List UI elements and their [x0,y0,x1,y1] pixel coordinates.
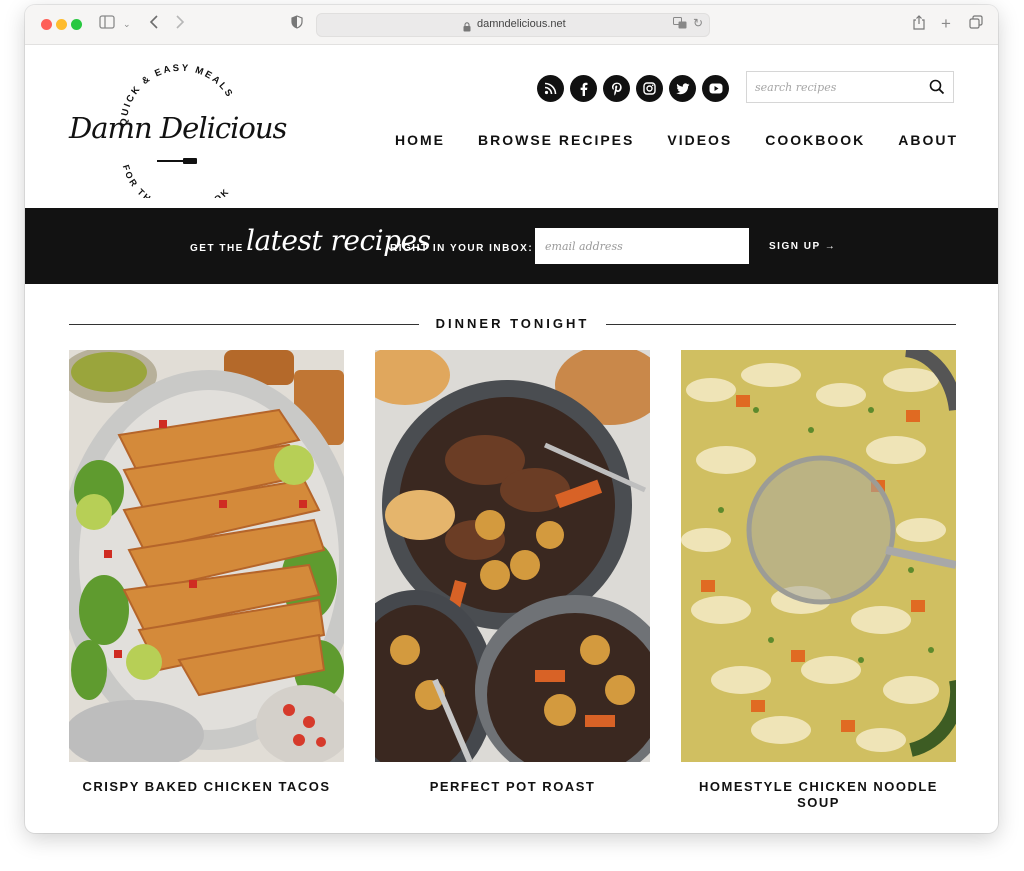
newsletter-suffix: RIGHT IN YOUR INBOX: [390,243,534,254]
address-bar[interactable]: damndelicious.net ↻ [316,13,710,37]
browser-toolbar: ⌄ damndelicious.net ↻ + [25,5,998,45]
search-input[interactable] [747,72,925,102]
rss-icon[interactable] [537,75,564,102]
newsletter-banner: GET THE latest recipes RIGHT IN YOUR INB… [25,208,998,284]
email-field[interactable] [535,228,749,264]
divider-right [606,324,956,325]
logo-tagline-bottom: FOR THE HOME COOK [121,163,230,215]
nav-videos[interactable]: VIDEOS [667,132,732,148]
zoom-window-button[interactable] [71,19,82,30]
recipe-card[interactable]: HOMESTYLE CHICKEN NOODLE SOUP [681,350,956,811]
close-window-button[interactable] [41,19,52,30]
site-logo[interactable]: QUICK & EASY MEALS FOR THE HOME COOK Dam… [65,58,295,215]
lock-icon [463,19,471,37]
social-links [537,75,729,102]
chevron-down-icon[interactable]: ⌄ [123,15,131,33]
twitter-icon[interactable] [669,75,696,102]
fork-icon [157,158,197,164]
new-tab-icon[interactable]: + [941,15,951,32]
recipe-card[interactable]: PERFECT POT ROAST [375,350,650,795]
tab-overview-icon[interactable] [969,15,983,33]
instagram-icon[interactable] [636,75,663,102]
recipe-image-tacos[interactable] [69,350,344,762]
recipe-image-pot-roast[interactable] [375,350,650,762]
privacy-shield-icon[interactable] [291,15,303,33]
recipe-image-chicken-noodle-soup[interactable] [681,350,956,762]
recipe-card[interactable]: CRISPY BAKED CHICKEN TACOS [69,350,344,795]
share-icon[interactable] [913,15,925,34]
browser-window: ⌄ damndelicious.net ↻ + QUICK & EASY MEA… [25,5,998,833]
recipe-search [746,71,954,103]
pinterest-icon[interactable] [603,75,630,102]
facebook-icon[interactable] [570,75,597,102]
newsletter-prefix: GET THE [190,243,244,254]
translate-icon[interactable] [673,17,687,32]
sidebar-toggle-icon[interactable] [99,15,115,33]
signup-button[interactable]: SIGN UP → [769,241,836,252]
nav-cookbook[interactable]: COOKBOOK [765,132,865,148]
section-heading: DINNER TONIGHT [69,316,956,332]
recipe-title[interactable]: CRISPY BAKED CHICKEN TACOS [69,779,344,795]
forward-button[interactable] [175,15,185,33]
nav-browse-recipes[interactable]: BROWSE RECIPES [478,132,634,148]
nav-about[interactable]: ABOUT [898,132,958,148]
minimize-window-button[interactable] [56,19,67,30]
recipe-title[interactable]: PERFECT POT ROAST [375,779,650,795]
main-nav: HOME BROWSE RECIPES VIDEOS COOKBOOK ABOU… [395,132,958,148]
search-icon[interactable] [929,79,945,100]
svg-text:FOR THE HOME COOK: FOR THE HOME COOK [121,163,232,198]
recipe-title[interactable]: HOMESTYLE CHICKEN NOODLE SOUP [681,779,956,811]
logo-wordmark: Damn Delicious [68,111,287,145]
youtube-icon[interactable] [702,75,729,102]
back-button[interactable] [149,15,159,33]
nav-home[interactable]: HOME [395,132,445,148]
reload-icon[interactable]: ↻ [693,16,703,30]
url-text: damndelicious.net [477,18,566,30]
